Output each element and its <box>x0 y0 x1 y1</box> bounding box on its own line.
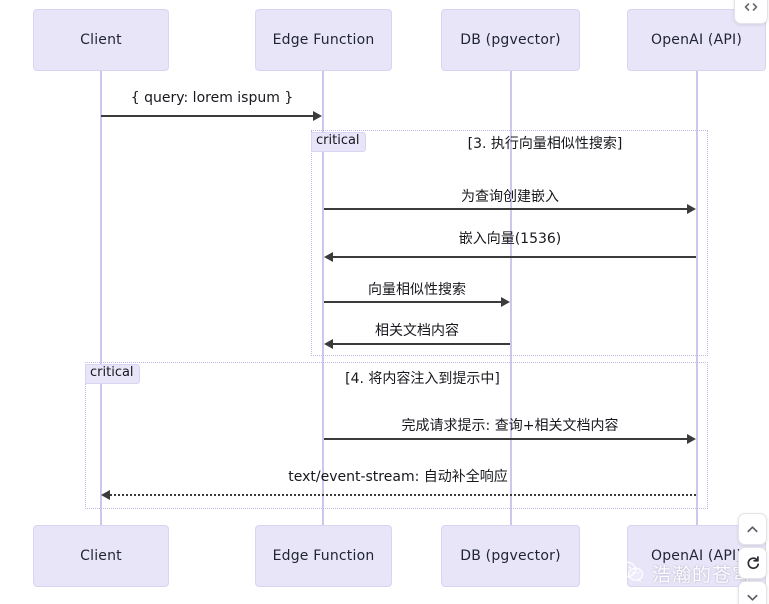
message-line-4 <box>324 301 502 303</box>
message-line-6 <box>324 438 688 440</box>
participant-label-db-top: DB (pgvector) <box>460 32 561 48</box>
code-view-button[interactable] <box>734 0 768 24</box>
reset-button[interactable] <box>738 547 767 579</box>
participant-label-client-bottom: Client <box>80 548 122 564</box>
fragment-tag-2: critical <box>85 364 140 384</box>
message-line-1 <box>101 115 314 117</box>
message-arrowhead-7 <box>101 490 110 500</box>
participant-label-db-bottom: DB (pgvector) <box>460 548 561 564</box>
screenshot-root: Client Edge Function DB (pgvector) OpenA… <box>0 0 769 604</box>
message-arrowhead-6 <box>687 434 696 444</box>
message-label-2: 为查询创建嵌入 <box>461 189 559 205</box>
participant-label-client-top: Client <box>80 32 122 48</box>
message-arrowhead-5 <box>324 339 333 349</box>
participant-box-db-top[interactable]: DB (pgvector) <box>441 9 580 71</box>
message-label-3: 嵌入向量(1536) <box>458 231 562 247</box>
participant-box-db-bottom[interactable]: DB (pgvector) <box>441 525 580 587</box>
message-line-3 <box>333 256 696 258</box>
message-label-5: 相关文档内容 <box>375 323 459 339</box>
message-arrowhead-3 <box>324 252 333 262</box>
sequence-diagram: Client Edge Function DB (pgvector) OpenA… <box>0 0 769 604</box>
message-label-4: 向量相似性搜索 <box>368 282 466 298</box>
fragment-title-1: [3. 执行向量相似性搜索] <box>467 136 623 152</box>
message-arrowhead-4 <box>501 297 510 307</box>
message-arrowhead-2 <box>687 204 696 214</box>
fragment-title-2: [4. 将内容注入到提示中] <box>345 371 500 387</box>
message-label-1: { query: lorem ispum } <box>130 90 294 106</box>
participant-box-client-bottom[interactable]: Client <box>33 525 169 587</box>
scroll-up-button[interactable] <box>738 513 767 545</box>
participant-label-edge-top: Edge Function <box>272 32 375 48</box>
participant-label-edge-bottom: Edge Function <box>272 548 375 564</box>
message-line-5 <box>333 343 510 345</box>
message-label-7: text/event-stream: 自动补全响应 <box>288 469 508 485</box>
message-line-2 <box>324 208 688 210</box>
message-line-7 <box>110 494 696 496</box>
scroll-down-button[interactable] <box>738 581 767 604</box>
message-label-6: 完成请求提示: 查询+相关文档内容 <box>401 418 619 434</box>
participant-box-edge-top[interactable]: Edge Function <box>255 9 392 71</box>
participant-label-openai-bottom: OpenAI (API) <box>650 548 743 564</box>
participant-box-client-top[interactable]: Client <box>33 9 169 71</box>
participant-box-edge-bottom[interactable]: Edge Function <box>255 525 392 587</box>
message-arrowhead-1 <box>313 111 322 121</box>
participant-label-openai-top: OpenAI (API) <box>650 32 743 48</box>
fragment-tag-1: critical <box>311 132 366 152</box>
